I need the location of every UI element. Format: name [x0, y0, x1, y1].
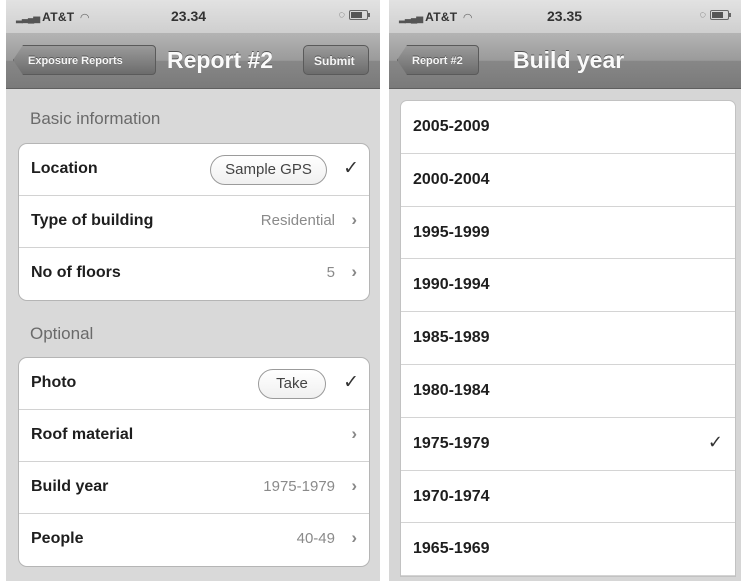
row-value: Residential	[260, 212, 335, 229]
status-time: 23.34	[171, 8, 207, 24]
section-header-basic: Basic information	[30, 109, 161, 128]
wifi-icon: ◠	[80, 12, 90, 24]
chevron-right-icon: ›	[351, 528, 357, 547]
alarm-icon: ◌	[699, 9, 706, 21]
list-item-label: 1995-1999	[413, 223, 490, 241]
checkmark-icon: ✓	[707, 431, 723, 452]
row-label: People	[31, 530, 84, 547]
list-item-label: 1965-1969	[413, 540, 490, 558]
list-item[interactable]: 1990-1994	[401, 259, 735, 313]
section-header-optional: Optional	[30, 324, 94, 343]
back-button[interactable]: Exposure Reports	[13, 45, 156, 75]
take-photo-button[interactable]: Take	[258, 369, 326, 399]
alarm-icon: ◌	[338, 9, 345, 21]
list-item-label: 1990-1994	[413, 276, 490, 294]
list-item[interactable]: 2000-2004	[401, 154, 735, 207]
build-year-list: 2005-2009 2000-2004 1995-1999 1990-1994 1985…	[400, 100, 736, 578]
submit-button[interactable]: Submit	[303, 45, 369, 75]
carrier: ▂▃▄▅ AT&T ◠	[16, 10, 89, 24]
row-label: Build year	[31, 478, 109, 495]
back-button[interactable]: Report #2	[397, 45, 479, 75]
chevron-right-icon: ›	[351, 476, 357, 495]
signal-bars-icon: ▂▃▄▅	[16, 13, 40, 23]
row-label: Photo	[31, 374, 77, 391]
row-label: No of floors	[31, 264, 121, 281]
chevron-right-icon: ›	[351, 424, 357, 443]
list-item-label: 1985-1989	[413, 329, 490, 347]
list-item[interactable]: 1965-1969	[401, 523, 735, 577]
checkmark-icon: ✓	[343, 372, 359, 393]
page-title: Build year	[513, 47, 625, 73]
row-label: Roof material	[31, 426, 134, 443]
list-item[interactable]: 2005-2009	[401, 101, 735, 154]
row-no-of-floors[interactable]: No of floors 5 ›	[19, 248, 369, 300]
list-item-label: 2000-2004	[413, 170, 490, 188]
list-item-label: 1970-1974	[413, 487, 490, 505]
battery-icon	[349, 10, 370, 21]
nav-bar: Exposure Reports Report #2 Submit	[6, 33, 380, 89]
row-build-year[interactable]: Build year 1975-1979 ›	[19, 462, 369, 514]
list-item[interactable]: 1980-1984	[401, 365, 735, 418]
carrier: ▂▃▄▅ AT&T ◠	[399, 10, 472, 24]
wifi-icon: ◠	[463, 12, 473, 24]
list-item-label: 1975-1979	[413, 434, 490, 452]
row-value: 5	[326, 264, 335, 281]
status-bar: ▂▃▄▅ AT&T ◠ 23.35 ◌	[389, 0, 741, 33]
row-label: Type of building	[31, 212, 154, 229]
group-basic-information: Location Sample GPS ✓ Type of building R…	[18, 143, 370, 301]
page-title: Report #2	[167, 47, 274, 73]
row-roof-material[interactable]: Roof material ›	[19, 410, 369, 462]
row-people[interactable]: People 40-49 ›	[19, 514, 369, 566]
row-label: Location	[31, 160, 98, 177]
list-item[interactable]: 1985-1989	[401, 312, 735, 365]
row-value: 40-49	[296, 530, 335, 547]
row-type-of-building[interactable]: Type of building Residential ›	[19, 196, 369, 248]
status-right: ◌	[699, 9, 731, 21]
sample-gps-button[interactable]: Sample GPS	[210, 155, 327, 185]
status-time: 23.35	[547, 8, 583, 24]
list-item[interactable]: 1970-1974	[401, 471, 735, 524]
chevron-right-icon: ›	[351, 210, 357, 229]
nav-bar: Report #2 Build year	[389, 33, 741, 89]
list-item-label: 2005-2009	[413, 118, 490, 135]
list-item[interactable]: 1975-1979 ✓	[401, 418, 735, 471]
row-value: 1975-1979	[263, 478, 335, 495]
chevron-right-icon: ›	[351, 262, 357, 281]
build-year-screen: ▂▃▄▅ AT&T ◠ 23.35 ◌ Report #2 Build year 2…	[389, 0, 741, 581]
row-photo[interactable]: Photo Take ✓	[19, 358, 369, 410]
report-screen: ▂▃▄▅ AT&T ◠ 23.34 ◌ Exposure Reports Repor…	[6, 0, 380, 581]
carrier-name: AT&T	[42, 10, 75, 24]
list-item-label: 1980-1984	[413, 381, 490, 399]
status-bar: ▂▃▄▅ AT&T ◠ 23.34 ◌	[6, 0, 380, 33]
list-item[interactable]: 1995-1999	[401, 207, 735, 260]
signal-bars-icon: ▂▃▄▅	[399, 13, 423, 23]
carrier-name: AT&T	[425, 10, 458, 24]
row-location[interactable]: Location Sample GPS ✓	[19, 144, 369, 196]
group-optional: Photo Take ✓ Roof material › Build year …	[18, 357, 370, 567]
battery-icon	[710, 10, 731, 21]
status-right: ◌	[338, 9, 370, 21]
checkmark-icon: ✓	[343, 158, 359, 179]
